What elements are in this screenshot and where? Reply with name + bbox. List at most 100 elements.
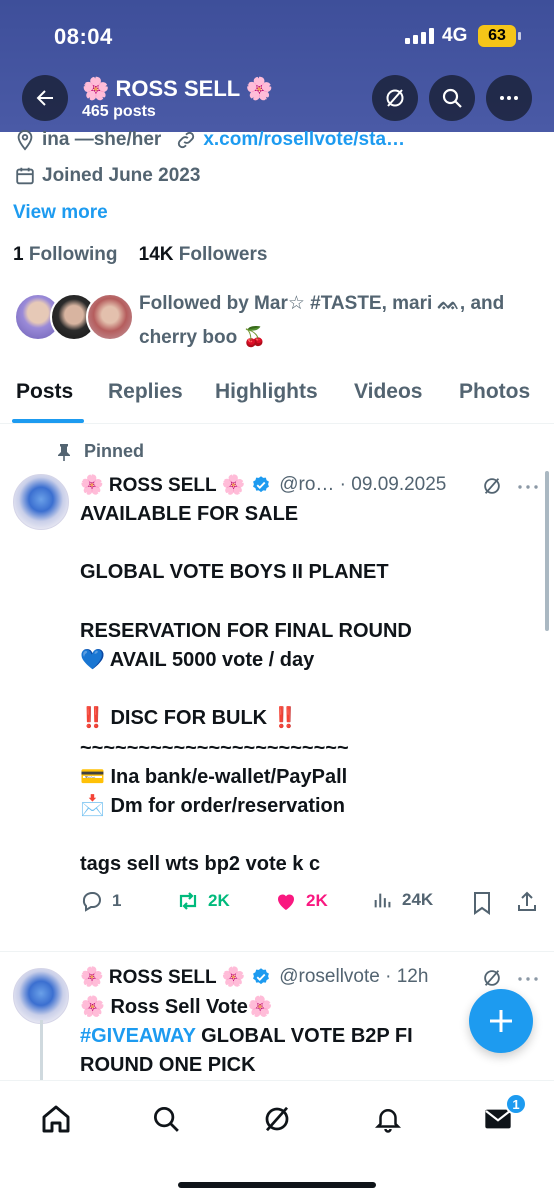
post-author-name[interactable]: 🌸 ROSS SELL 🌸	[80, 473, 245, 497]
reply-icon	[82, 892, 101, 912]
post-line: 🌸 Ross Sell Vote🌸	[80, 996, 273, 1018]
grok-icon[interactable]	[481, 967, 503, 989]
profile-joined: Joined June 2023	[42, 165, 201, 186]
post-handle-date[interactable]: @ro… · 09.09.2025	[279, 474, 446, 496]
home-indicator[interactable]	[178, 1182, 376, 1188]
views-button[interactable]: 24K	[372, 889, 433, 911]
post-line	[80, 675, 500, 704]
home-icon	[42, 1105, 70, 1133]
tab-posts[interactable]: Posts	[16, 380, 73, 404]
post-divider	[0, 951, 554, 952]
post-line: #GIVEAWAY GLOBAL VOTE B2P FI	[80, 1022, 470, 1051]
followed-by-text[interactable]: Followed by Mar☆ #TASTE, mari ᨐ, and che…	[139, 287, 544, 355]
post-line: 💳 Ina bank/e-wallet/PayPall	[80, 765, 348, 788]
bookmark-icon[interactable]	[471, 891, 493, 915]
post-line: GLOBAL VOTE BOYS II PLANET	[80, 561, 389, 584]
search-button[interactable]	[429, 75, 475, 121]
network-label: 4G	[442, 25, 468, 46]
location-pin-icon	[17, 129, 33, 151]
more-horizontal-icon	[500, 96, 518, 100]
post-line: ‼️ DISC FOR BULK ‼️	[80, 707, 298, 730]
grok-icon	[265, 1106, 289, 1132]
nav-search[interactable]	[146, 1099, 186, 1139]
post-more-icon[interactable]	[516, 969, 540, 989]
post-line	[80, 529, 500, 558]
followers-link[interactable]: 14K Followers	[139, 244, 268, 265]
repost-icon	[179, 892, 197, 910]
followers-you-know-avatars[interactable]	[14, 293, 134, 343]
more-options-button[interactable]	[486, 75, 532, 121]
header-title: 🌸 ROSS SELL 🌸	[82, 76, 274, 101]
grok-icon	[386, 89, 404, 107]
repost-button[interactable]: 2K	[176, 889, 230, 913]
messages-badge: 1	[505, 1093, 527, 1115]
nav-notifications[interactable]	[368, 1099, 408, 1139]
following-count: 1	[13, 244, 24, 265]
search-icon	[442, 88, 462, 108]
post-header: 🌸 ROSS SELL 🌸 @ro… · 09.09.2025	[80, 473, 446, 497]
profile-location-row: ina —she/her x.com/rosellvote/sta…	[14, 129, 405, 151]
post-line: tags sell wts bp2 vote k c	[80, 853, 321, 876]
post-line	[80, 821, 500, 850]
status-bar: 08:04 4G 63	[0, 22, 554, 54]
profile-tabs: Posts Replies Highlights Videos Photos	[0, 374, 554, 424]
post-line: ~~~~~~~~~~~~~~~~~~~~~~~	[80, 736, 349, 759]
battery-icon: 63	[478, 25, 521, 47]
view-more-link[interactable]: View more	[13, 202, 108, 224]
post-header: 🌸 ROSS SELL 🌸 @rosellvote · 12h	[80, 965, 428, 989]
post-body: AVAILABLE FOR SALE GLOBAL VOTE BOYS II PL…	[80, 500, 500, 880]
post-author-avatar[interactable]	[13, 474, 69, 530]
views-chart-icon	[374, 893, 391, 908]
grok-icon[interactable]	[481, 475, 503, 497]
post-line: RESERVATION FOR FINAL ROUND	[80, 619, 412, 642]
thread-line	[40, 1020, 43, 1080]
like-button[interactable]: 2K	[274, 889, 328, 913]
arrow-left-icon	[36, 90, 53, 106]
post-line: AVAILABLE FOR SALE	[80, 503, 299, 525]
tab-highlights[interactable]: Highlights	[215, 380, 318, 404]
share-icon[interactable]	[515, 890, 539, 914]
hashtag-link[interactable]: #GIVEAWAY	[80, 1025, 196, 1047]
following-link[interactable]: 1 Following	[13, 244, 118, 265]
post-author-name[interactable]: 🌸 ROSS SELL 🌸	[80, 965, 245, 989]
tab-videos[interactable]: Videos	[354, 380, 422, 404]
tab-replies[interactable]: Replies	[108, 380, 183, 404]
post-body: 🌸 Ross Sell Vote🌸 #GIVEAWAY GLOBAL VOTE …	[80, 993, 470, 1081]
reply-button[interactable]: 1	[80, 889, 121, 913]
views-count: 24K	[402, 890, 434, 909]
nav-home[interactable]	[36, 1099, 76, 1139]
scrollbar[interactable]	[545, 471, 549, 631]
search-icon	[154, 1107, 179, 1132]
post-handle-date[interactable]: @rosellvote · 12h	[279, 966, 428, 988]
verified-badge-icon	[253, 476, 270, 493]
reply-count: 1	[112, 891, 122, 910]
followers-count: 14K	[138, 244, 174, 265]
tab-photos[interactable]: Photos	[459, 380, 530, 404]
active-tab-indicator	[12, 419, 84, 423]
compose-post-button[interactable]	[469, 989, 533, 1053]
link-icon	[178, 131, 195, 149]
profile-location: ina —she/her	[42, 129, 162, 150]
follow-counts: 1 Following 14K Followers	[13, 244, 267, 266]
pin-icon	[58, 443, 70, 461]
nav-grok[interactable]	[257, 1099, 297, 1139]
status-time: 08:04	[54, 24, 113, 49]
heart-icon	[278, 894, 294, 910]
followers-label: Followers	[178, 244, 268, 265]
post-line: ROUND ONE PICK	[80, 1054, 256, 1077]
post-line	[80, 588, 500, 617]
back-button[interactable]	[22, 75, 68, 121]
post-more-icon[interactable]	[516, 477, 540, 497]
verified-badge-icon	[253, 968, 270, 985]
post-line: 📩 Dm for order/reservation	[80, 794, 345, 817]
post-actions: 1 2K 2K 24K	[80, 889, 540, 917]
pinned-label: Pinned	[84, 441, 145, 461]
profile-link[interactable]: x.com/rosellvote/sta…	[203, 129, 405, 151]
repost-count: 2K	[208, 891, 230, 910]
grok-button[interactable]	[372, 75, 418, 121]
avatar	[86, 293, 134, 341]
like-count: 2K	[306, 891, 328, 910]
pinned-label-row: Pinned	[56, 441, 144, 462]
post-author-avatar[interactable]	[13, 968, 69, 1024]
calendar-icon	[16, 167, 34, 185]
